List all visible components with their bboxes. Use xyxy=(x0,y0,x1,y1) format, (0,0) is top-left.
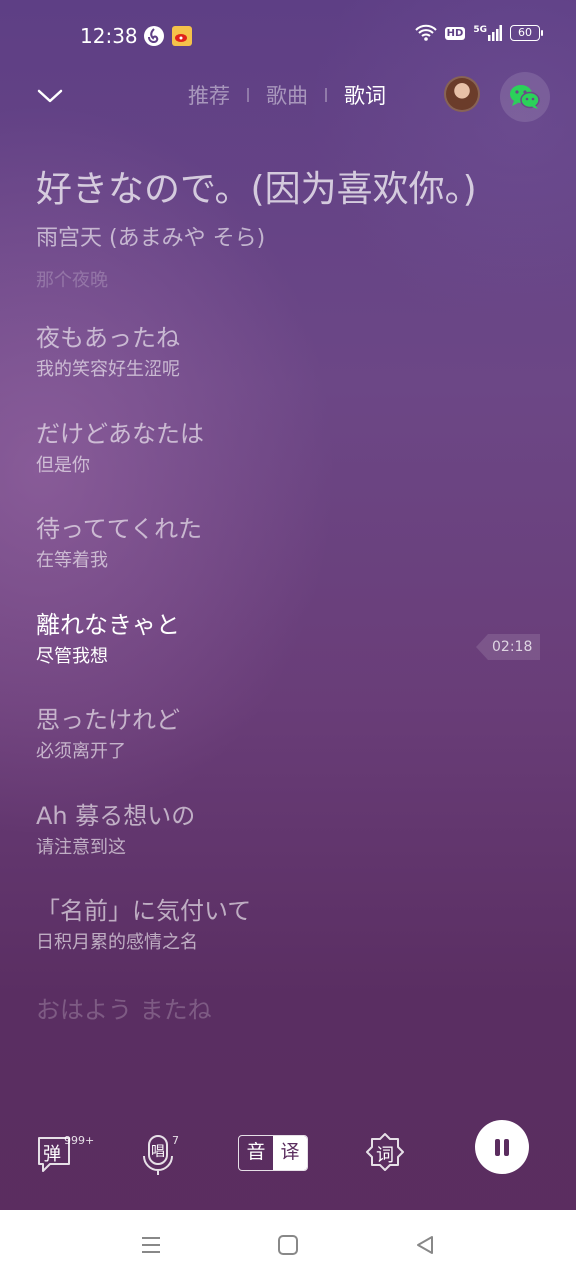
lyric-original: 「名前」に気付いて xyxy=(36,897,252,925)
danmaku-count: 999+ xyxy=(64,1134,95,1147)
signal-indicator: 5G xyxy=(473,25,502,41)
collapse-chevron-icon[interactable] xyxy=(36,82,64,110)
wifi-icon xyxy=(414,24,437,41)
lyric-translation: 必须离开了 xyxy=(36,741,126,762)
signal-icon xyxy=(488,25,502,41)
danmaku-label: 弹 xyxy=(43,1144,61,1165)
wechat-icon xyxy=(510,85,540,109)
tab-bar: 推荐 歌曲 歌词 xyxy=(188,80,386,110)
lyric-translation: 尽管我想 xyxy=(36,646,108,667)
lyric-faded-line: おはよう またね xyxy=(36,996,212,1024)
phonetic-option[interactable]: 音 xyxy=(239,1136,273,1170)
lyric-original: 離れなきゃと xyxy=(36,611,180,639)
lyric-line[interactable]: 思ったけれど 必须离开了 xyxy=(36,704,456,766)
tab-divider xyxy=(247,88,249,102)
lyric-original: 思ったけれど xyxy=(36,706,180,734)
menu-icon[interactable] xyxy=(140,1234,162,1256)
sing-button[interactable]: 唱 xyxy=(140,1134,176,1176)
song-title: 好きなので。(因为喜欢你。) xyxy=(36,169,477,210)
tab-song[interactable]: 歌曲 xyxy=(266,80,308,110)
seek-time-tag[interactable]: 02:18 xyxy=(476,634,540,660)
sing-label: 唱 xyxy=(151,1144,165,1160)
sing-count: 7 xyxy=(172,1134,179,1147)
lyric-line-current[interactable]: 離れなきゃと 尽管我想 xyxy=(36,609,456,671)
lyric-line[interactable]: 夜もあったね 我的笑容好生涩呢 xyxy=(36,322,456,384)
pause-button[interactable] xyxy=(475,1120,529,1174)
lyric-original: Ah 募る想いの xyxy=(36,802,196,830)
system-nav-bar xyxy=(0,1210,576,1280)
lyric-line[interactable]: だけどあなたは 但是你 xyxy=(36,418,456,480)
lyric-line[interactable]: Ah 募る想いの 请注意到这 xyxy=(36,800,456,862)
battery-indicator: 60 xyxy=(510,25,543,41)
lyric-translation: 在等着我 xyxy=(36,550,108,571)
status-bar: 12:38 HD 5G 60 xyxy=(0,0,576,72)
home-icon[interactable] xyxy=(277,1234,299,1256)
lyric-translation: 日积月累的感情之名 xyxy=(36,932,198,953)
lyric-style-label: 词 xyxy=(376,1145,394,1166)
tab-divider xyxy=(325,88,327,102)
back-icon[interactable] xyxy=(414,1234,436,1256)
weibo-icon xyxy=(172,26,192,46)
lyric-original: だけどあなたは xyxy=(36,420,204,448)
translation-toggle[interactable]: 音 译 xyxy=(238,1135,308,1171)
lyric-translation: 但是你 xyxy=(36,455,90,476)
lyric-style-button[interactable]: 词 xyxy=(366,1132,404,1172)
translate-option[interactable]: 译 xyxy=(273,1136,307,1170)
tab-lyrics[interactable]: 歌词 xyxy=(344,80,386,110)
lyric-translation: 我的笑容好生涩呢 xyxy=(36,359,180,380)
avatar[interactable] xyxy=(444,76,480,112)
network-label: 5G xyxy=(473,25,487,35)
lyric-original: 夜もあったね xyxy=(36,324,180,352)
song-artist[interactable]: 雨宫天 (あまみや そら) xyxy=(36,220,265,252)
wechat-share-button[interactable] xyxy=(500,72,550,122)
app-notification-icon xyxy=(144,26,164,46)
lyric-translation: 请注意到这 xyxy=(36,837,126,858)
hd-badge: HD xyxy=(444,26,466,40)
status-indicators: HD 5G 60 xyxy=(414,24,543,42)
lyric-line[interactable]: 待っててくれた 在等着我 xyxy=(36,513,456,575)
lyric-original: 待っててくれた xyxy=(36,515,203,543)
tab-recommend[interactable]: 推荐 xyxy=(188,80,230,110)
lyric-faded-line: 那个夜晚 xyxy=(36,270,108,291)
clock: 12:38 xyxy=(80,24,138,48)
top-bar: 推荐 歌曲 歌词 xyxy=(0,72,576,122)
lyric-line[interactable]: 「名前」に気付いて 日积月累的感情之名 xyxy=(36,895,456,957)
